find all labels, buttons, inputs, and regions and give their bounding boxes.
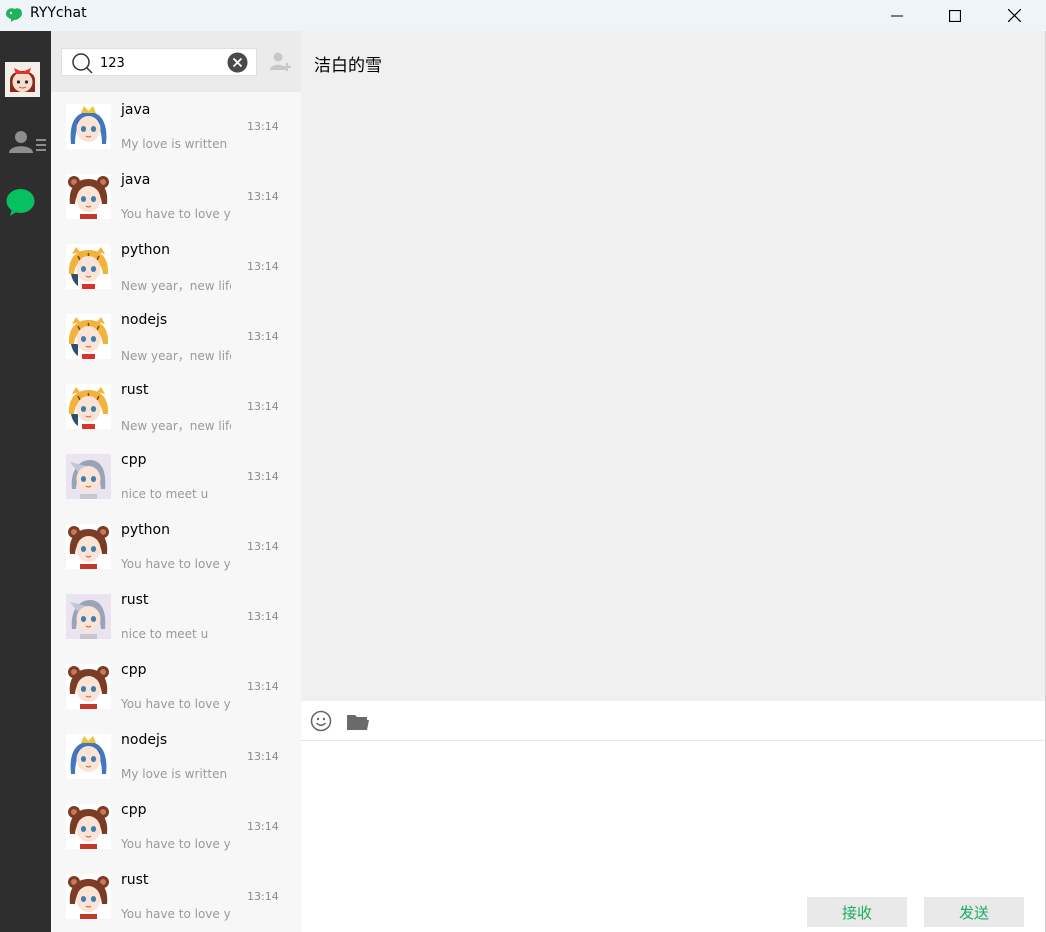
chat-list-panel: java My love is written i 13:14 java You hav… xyxy=(51,31,301,932)
blue-crown-girl-avatar xyxy=(66,734,111,779)
tiger-hat-girl-avatar xyxy=(66,384,111,429)
chat-preview: New year，new life xyxy=(121,349,231,363)
bear-hat-girl-avatar xyxy=(66,664,111,709)
search-bar xyxy=(51,31,301,92)
chat-list-item[interactable]: nodejs New year，new life 13:14 xyxy=(51,302,301,372)
input-toolbar xyxy=(301,701,1046,741)
chat-time: 13:14 xyxy=(247,680,279,693)
bear-hat-girl-avatar xyxy=(66,874,111,919)
chat-preview: You have to love yo xyxy=(121,697,231,711)
chat-name: rust xyxy=(121,592,149,608)
chat-time: 13:14 xyxy=(247,190,279,203)
chat-list-item[interactable]: java You have to love yo 13:14 xyxy=(51,162,301,232)
conversation-title: 洁白的雪 xyxy=(314,56,382,76)
chat-list-item[interactable]: python New year，new life 13:14 xyxy=(51,232,301,302)
tiger-hat-girl-avatar xyxy=(66,314,111,359)
chat-time: 13:14 xyxy=(247,610,279,623)
chat-time: 13:14 xyxy=(247,330,279,343)
sketch-girl-avatar xyxy=(66,594,111,639)
chat-list-item[interactable]: python You have to love yo 13:14 xyxy=(51,512,301,582)
send-button[interactable]: 发送 xyxy=(924,897,1024,927)
chat-time: 13:14 xyxy=(247,120,279,133)
chat-name: cpp xyxy=(121,452,147,468)
chat-name: python xyxy=(121,522,170,538)
minimize-icon xyxy=(891,15,903,16)
chat-preview: New year，new life xyxy=(121,279,231,293)
chat-list-item[interactable]: rust New year，new life 13:14 xyxy=(51,372,301,442)
chat-time: 13:14 xyxy=(247,540,279,553)
title-bar: RYYchat xyxy=(0,0,1046,31)
chat-time: 13:14 xyxy=(247,820,279,833)
search-box[interactable] xyxy=(61,48,257,76)
maximize-icon xyxy=(949,9,961,22)
chat-time: 13:14 xyxy=(247,470,279,483)
chat-preview: nice to meet u xyxy=(121,487,209,501)
search-input[interactable] xyxy=(100,52,220,74)
chat-name: cpp xyxy=(121,662,147,678)
user-avatar-icon[interactable] xyxy=(5,62,40,97)
maximize-button[interactable] xyxy=(926,0,984,31)
chat-name: java xyxy=(121,172,151,188)
chat-bubble-icon[interactable] xyxy=(5,187,36,218)
tiger-hat-girl-avatar xyxy=(66,244,111,289)
bear-hat-girl-avatar xyxy=(66,804,111,849)
chat-preview: My love is written i xyxy=(121,137,231,151)
contacts-icon[interactable] xyxy=(7,129,49,157)
chat-name: java xyxy=(121,102,151,118)
bear-hat-girl-avatar xyxy=(66,174,111,219)
sketch-girl-avatar xyxy=(66,454,111,499)
chat-preview: You have to love yo xyxy=(121,837,231,851)
app-bird-logo-icon xyxy=(6,8,22,22)
chat-list-item[interactable]: rust nice to meet u 13:14 xyxy=(51,582,301,652)
chat-preview: nice to meet u xyxy=(121,627,209,641)
chat-list-item[interactable]: cpp You have to love yo 13:14 xyxy=(51,652,301,722)
chat-list-item[interactable]: rust You have to love yo 13:14 xyxy=(51,862,301,932)
chat-preview: New year，new life xyxy=(121,419,231,433)
bear-hat-girl-avatar xyxy=(66,524,111,569)
chat-name: nodejs xyxy=(121,312,168,328)
search-icon xyxy=(72,53,93,74)
chat-preview: You have to love yo xyxy=(121,557,231,571)
close-window-button[interactable] xyxy=(985,0,1043,31)
chat-list-item[interactable]: cpp You have to love yo 13:14 xyxy=(51,792,301,862)
chat-name: rust xyxy=(121,382,149,398)
chat-time: 13:14 xyxy=(247,890,279,903)
app-title: RYYchat xyxy=(30,5,87,21)
chat-time: 13:14 xyxy=(247,400,279,413)
chat-list-item[interactable]: java My love is written i 13:14 xyxy=(51,92,301,162)
minimize-button[interactable] xyxy=(868,0,926,31)
clear-icon[interactable] xyxy=(227,52,248,73)
close-icon xyxy=(1007,9,1021,22)
chat-time: 13:14 xyxy=(247,750,279,763)
chat-preview: My love is written i xyxy=(121,767,231,781)
chat-time: 13:14 xyxy=(247,260,279,273)
emoji-icon[interactable] xyxy=(310,710,332,732)
blue-crown-girl-avatar xyxy=(66,104,111,149)
chat-name: cpp xyxy=(121,802,147,818)
folder-icon[interactable] xyxy=(346,712,370,731)
chat-name: python xyxy=(121,242,170,258)
add-friend-icon[interactable] xyxy=(269,51,291,73)
conversation-messages: 洁白的雪 xyxy=(301,31,1046,701)
chat-name: rust xyxy=(121,872,149,888)
left-nav xyxy=(0,31,51,932)
chat-preview: You have to love yo xyxy=(121,907,231,921)
chat-list-item[interactable]: cpp nice to meet u 13:14 xyxy=(51,442,301,512)
receive-button[interactable]: 接收 xyxy=(807,897,907,927)
chat-list-item[interactable]: nodejs My love is written i 13:14 xyxy=(51,722,301,792)
chat-preview: You have to love yo xyxy=(121,207,231,221)
chat-name: nodejs xyxy=(121,732,168,748)
